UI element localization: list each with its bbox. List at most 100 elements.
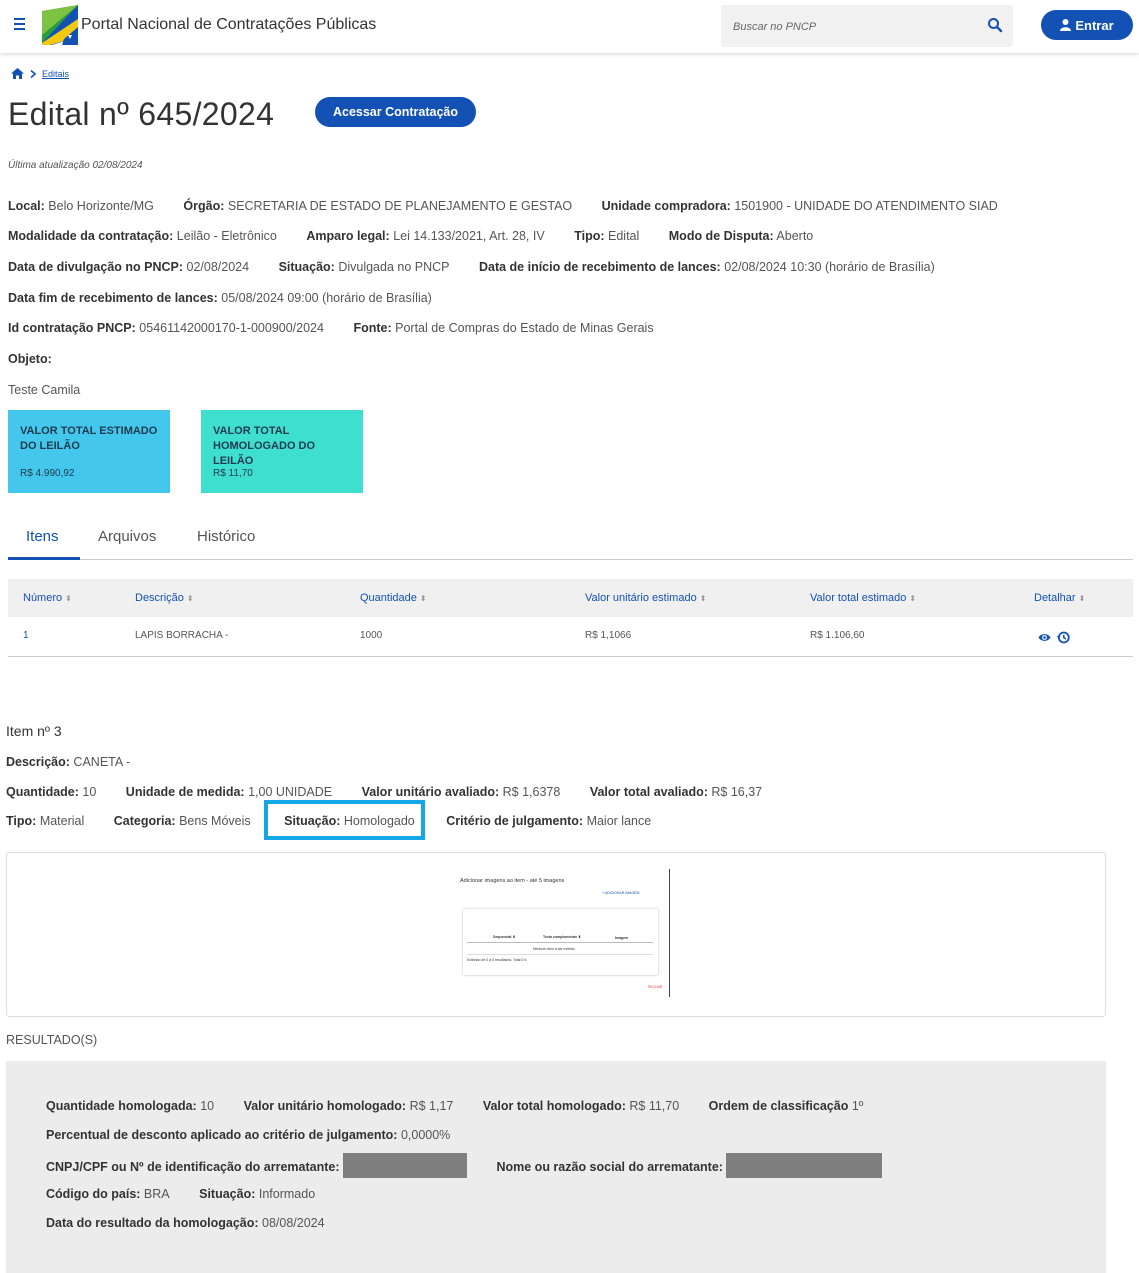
- cell-valor-unitario: R$ 1,1066: [585, 630, 632, 641]
- item-categoria-label: Categoria:: [113, 814, 176, 828]
- site-title[interactable]: Portal Nacional de Contratações Públicas: [81, 16, 376, 34]
- th-detalhar[interactable]: Detalhar ⬍: [1034, 592, 1085, 604]
- result-line-1: Quantidade homologada: 10 Valor unitário…: [46, 1099, 863, 1113]
- info-line-4: Data fim de recebimento de lances: 05/08…: [8, 291, 432, 305]
- history-icon[interactable]: [1057, 631, 1070, 644]
- item-vu-label: Valor unitário avaliado:: [361, 785, 500, 799]
- item-descricao-value: CANETA -: [73, 755, 131, 769]
- item-quantidade-label: Quantidade:: [6, 785, 79, 799]
- info-line-2: Modalidade da contratação: Leilão - Elet…: [8, 229, 813, 243]
- result-situacao-value: Informado: [258, 1187, 316, 1201]
- local-label: Local:: [8, 199, 45, 213]
- table-row: 1 LAPIS BORRACHA - 1000 R$ 1,1066 R$ 1.1…: [8, 617, 1133, 657]
- result-line-4: Código do país: BRA Situação: Informado: [46, 1187, 315, 1201]
- unidade-value: 1501900 - UNIDADE DO ATENDIMENTO SIAD: [734, 199, 998, 213]
- item-images-panel: Adicionar imagens ao item - até 5 imagen…: [6, 852, 1106, 1017]
- objeto-value: Teste Camila: [8, 383, 81, 397]
- situacao-value: Divulgada no PNCP: [338, 260, 450, 274]
- item-quantidade-value: 10: [82, 785, 97, 799]
- modalidade-label: Modalidade da contratação:: [8, 229, 174, 243]
- dialog-title: Adicionar imagens ao item - até 5 imagen…: [460, 878, 565, 884]
- percentual-label: Percentual de desconto aplicado ao crité…: [46, 1128, 398, 1142]
- pncp-logo[interactable]: [42, 5, 78, 45]
- search-input[interactable]: [733, 17, 973, 37]
- fim-label: Data fim de recebimento de lances:: [8, 291, 218, 305]
- tab-itens[interactable]: Itens: [26, 528, 59, 545]
- table-header: Número ⬍ Descrição ⬍ Quantidade ⬍ Valor uni…: [8, 579, 1133, 617]
- col-imagem: Imagem: [615, 936, 629, 940]
- estimated-total-card: VALOR TOTAL ESTIMADO DO LEILÃO R$ 4.990,…: [8, 410, 170, 493]
- result-line-2: Percentual de desconto aplicado ao crité…: [46, 1128, 450, 1142]
- modo-value: Aberto: [776, 229, 814, 243]
- vu-homologado-label: Valor unitário homologado:: [243, 1099, 407, 1113]
- data-resultado-label: Data do resultado da homologação:: [46, 1216, 259, 1230]
- situacao-highlight: [264, 800, 425, 840]
- ordem-value: 1º: [851, 1099, 864, 1113]
- th-numero[interactable]: Número ⬍: [23, 592, 72, 604]
- modo-label: Modo de Disputa:: [668, 229, 774, 243]
- access-contract-button[interactable]: Acessar Contratação: [315, 97, 476, 127]
- th-valor-unitario[interactable]: Valor unitário estimado ⬍: [585, 592, 706, 604]
- card-value: R$ 11,70: [213, 468, 253, 479]
- vt-homologado-label: Valor total homologado:: [482, 1099, 626, 1113]
- search-icon[interactable]: [987, 17, 1003, 33]
- th-descricao[interactable]: Descrição ⬍: [135, 592, 194, 604]
- images-dialog-screenshot: Adicionar imagens ao item - até 5 imagen…: [452, 869, 670, 997]
- sort-icon: ⬍: [186, 594, 194, 603]
- col-sequencial: Sequencial ⬍: [493, 935, 516, 939]
- info-line-6: Objeto:: [8, 352, 52, 366]
- item-tipo-label: Tipo:: [6, 814, 37, 828]
- info-line-1: Local: Belo Horizonte/MG Órgão: SECRETAR…: [8, 199, 998, 213]
- cell-numero: 1: [23, 630, 29, 641]
- login-button[interactable]: Entrar: [1041, 10, 1133, 40]
- tipo-label: Tipo:: [574, 229, 605, 243]
- amparo-value: Lei 14.133/2021, Art. 28, IV: [393, 229, 545, 243]
- home-icon[interactable]: [11, 68, 24, 79]
- th-valor-total[interactable]: Valor total estimado ⬍: [810, 592, 916, 604]
- item-unidade-value: 1,00 UNIDADE: [248, 785, 333, 799]
- items-table: Número ⬍ Descrição ⬍ Quantidade ⬍ Valor uni…: [8, 579, 1133, 657]
- fim-value: 05/08/2024 09:00 (horário de Brasília): [221, 291, 432, 305]
- item-descricao-label: Descrição:: [6, 755, 70, 769]
- login-label: Entrar: [1075, 17, 1114, 33]
- data-resultado-value: 08/08/2024: [262, 1216, 325, 1230]
- divider: [669, 869, 670, 997]
- divulgacao-value: 02/08/2024: [186, 260, 250, 274]
- menu-icon[interactable]: [14, 15, 32, 35]
- vt-homologado-value: R$ 11,70: [629, 1099, 680, 1113]
- tab-arquivos[interactable]: Arquivos: [98, 528, 156, 545]
- breadcrumb-editais-link[interactable]: Editais: [42, 69, 69, 79]
- amparo-label: Amparo legal:: [306, 229, 390, 243]
- breadcrumb: Editais: [11, 68, 69, 79]
- info-line-5: Id contratação PNCP: 05461142000170-1-00…: [8, 321, 654, 335]
- user-icon: [1060, 19, 1072, 31]
- inicio-label: Data de início de recebimento de lances:: [478, 260, 721, 274]
- th-quantidade[interactable]: Quantidade ⬍: [360, 592, 427, 604]
- eye-icon[interactable]: [1038, 631, 1051, 644]
- info-line-3: Data de divulgação no PNCP: 02/08/2024 S…: [8, 260, 935, 274]
- search-box: [721, 5, 1013, 47]
- local-value: Belo Horizonte/MG: [48, 199, 154, 213]
- tab-historico[interactable]: Histórico: [197, 528, 255, 545]
- sort-icon: ⬍: [699, 594, 707, 603]
- orgao-value: SECRETARIA DE ESTADO DE PLANEJAMENTO E G…: [227, 199, 573, 213]
- active-tab-indicator: [8, 557, 80, 560]
- sort-icon: ⬍: [909, 594, 917, 603]
- item-line-2: Quantidade: 10 Unidade de medida: 1,00 U…: [6, 785, 762, 799]
- detail-actions: [1038, 631, 1070, 644]
- card-title: VALOR TOTAL ESTIMADO DO LEILÃO: [20, 425, 158, 452]
- empty-message: Nenhum item a ser exibido: [533, 947, 575, 951]
- nome-redacted: [726, 1153, 883, 1178]
- item-criterio-value: Maior lance: [586, 814, 652, 828]
- sort-icon: ⬍: [1078, 594, 1086, 603]
- cell-valor-total: R$ 1.106,60: [810, 630, 865, 641]
- sort-icon: ⬍: [65, 594, 72, 603]
- card-value: R$ 4.990,92: [20, 468, 75, 479]
- homologated-total-card: VALOR TOTAL HOMOLOGADO DO LEILÃO R$ 11,7…: [201, 410, 363, 493]
- cnpj-label: CNPJ/CPF ou Nº de identificação do arrem…: [46, 1159, 340, 1174]
- item-criterio-label: Critério de julgamento:: [446, 814, 584, 828]
- results-label: RESULTADO(S): [6, 1033, 98, 1047]
- sort-icon: ⬍: [419, 594, 427, 603]
- item-line-1: Descrição: CANETA -: [6, 755, 130, 769]
- last-update: Última atualização 02/08/2024: [8, 160, 143, 171]
